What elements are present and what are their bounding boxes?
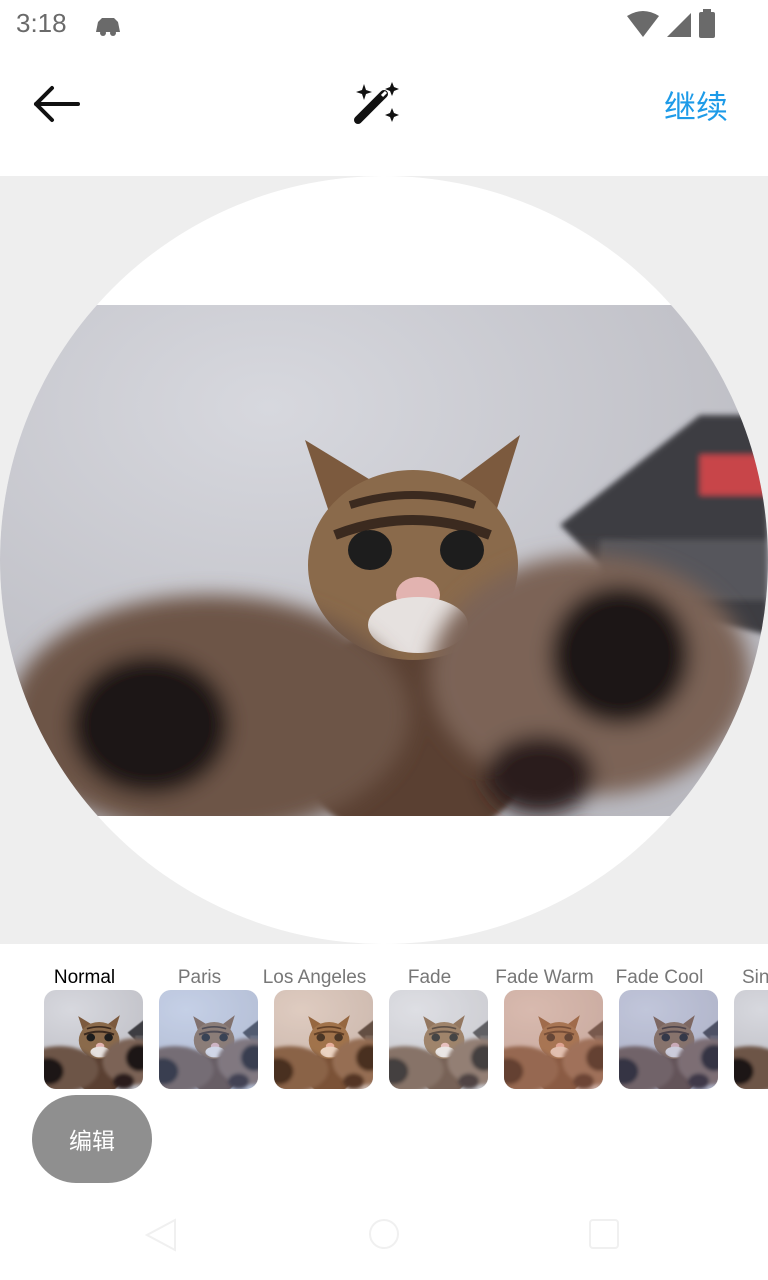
- filter-thumbnail[interactable]: [274, 990, 373, 1089]
- filter-list[interactable]: Normal Paris Los Angeles Fade Fade Warm …: [0, 960, 768, 1095]
- photo-crop-canvas[interactable]: [0, 176, 768, 944]
- filter-fade-cool[interactable]: Fade Cool: [602, 960, 718, 1089]
- filter-label: Normal: [53, 967, 116, 988]
- back-arrow-icon[interactable]: [28, 84, 84, 124]
- filter-thumbnail[interactable]: [44, 990, 143, 1089]
- filter-label: Paris: [177, 967, 222, 988]
- wifi-icon: [627, 11, 659, 37]
- filter-thumbnail[interactable]: [619, 990, 718, 1089]
- nav-back-icon[interactable]: [145, 1218, 177, 1252]
- edit-button[interactable]: 编辑: [32, 1095, 152, 1183]
- crop-circle[interactable]: [0, 176, 768, 944]
- cat-photo: [0, 305, 768, 816]
- filter-sin[interactable]: Sin: [717, 960, 768, 990]
- filter-label: Fade Warm: [495, 967, 594, 988]
- filter-label: Fade: [407, 967, 452, 988]
- filter-thumbnail[interactable]: [389, 990, 488, 1089]
- nav-home-icon[interactable]: [368, 1218, 400, 1250]
- filter-label: Los Angeles: [262, 967, 367, 988]
- app-notification-icon: [96, 18, 120, 36]
- magic-wand-icon[interactable]: [350, 80, 402, 128]
- filter-paris[interactable]: Paris: [142, 960, 258, 1089]
- filter-los-angeles[interactable]: Los Angeles: [257, 960, 373, 1089]
- filter-thumbnail[interactable]: [159, 990, 258, 1089]
- filter-fade-warm[interactable]: Fade Warm: [487, 960, 603, 1089]
- top-app-bar: 继续: [0, 50, 768, 160]
- system-navigation-bar: [0, 1190, 768, 1280]
- status-bar: 3:18: [0, 0, 768, 50]
- filter-label: Fade Cool: [615, 967, 704, 988]
- filter-fade[interactable]: Fade: [372, 960, 488, 1089]
- filter-normal[interactable]: Normal: [27, 960, 142, 990]
- filter-thumbnail[interactable]: [734, 990, 768, 1089]
- battery-icon: [699, 9, 715, 38]
- filter-label: Sin: [742, 967, 768, 988]
- nav-recents-icon[interactable]: [588, 1218, 620, 1250]
- filter-thumbnail[interactable]: [504, 990, 603, 1089]
- continue-button[interactable]: 继续: [664, 82, 728, 128]
- signal-icon: [667, 13, 691, 37]
- status-time: 3:18: [16, 8, 67, 38]
